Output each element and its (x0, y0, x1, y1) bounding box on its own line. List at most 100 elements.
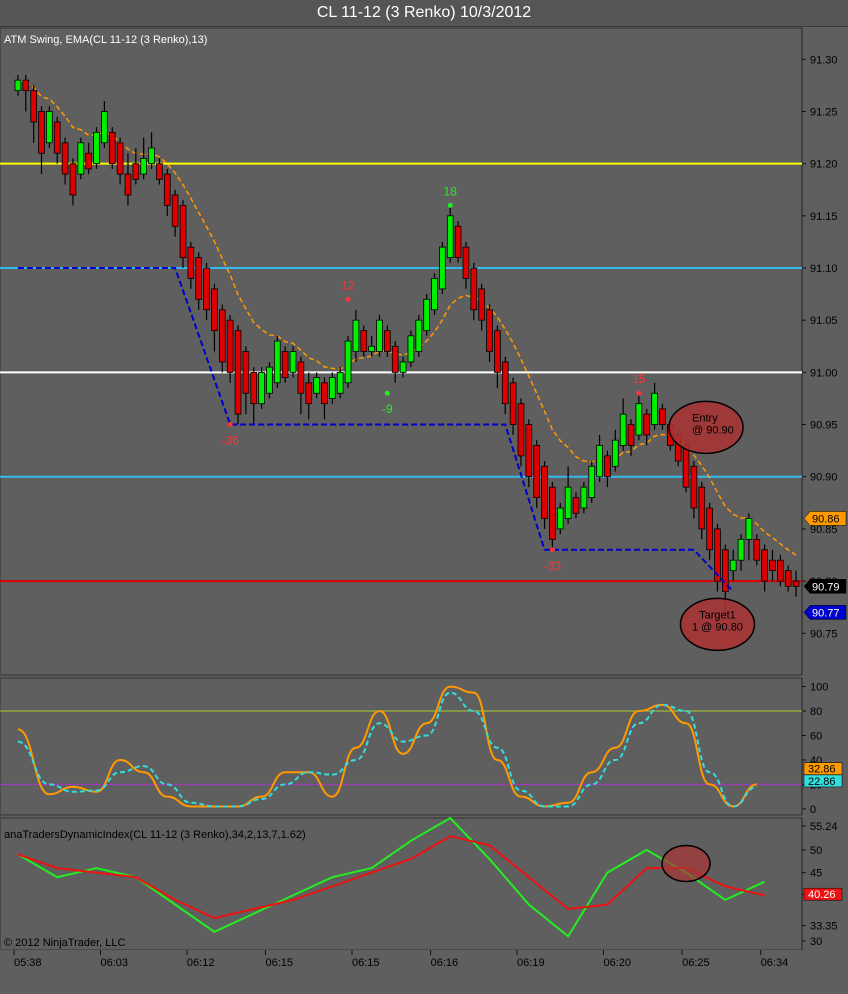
swing-label: -33 (544, 559, 562, 573)
candle-down (30, 90, 37, 123)
candle-up (140, 158, 148, 175)
tdi-y-tick-label: 33.35 (810, 921, 838, 933)
candle-down (297, 361, 305, 394)
candle-up (258, 371, 265, 405)
candle-up (14, 79, 22, 92)
price-marker-label: 90.79 (812, 581, 840, 593)
price-y-tick-label: 90.95 (810, 420, 838, 432)
candle-up (745, 518, 753, 540)
price-y-tick-label: 90.75 (810, 628, 838, 640)
stoch-marker-label: 22.86 (808, 776, 836, 788)
candle-down (124, 173, 132, 196)
candle-down (509, 382, 517, 425)
candle-up (399, 361, 407, 373)
tdi-highlight-circle (661, 844, 711, 883)
stoch-y-tick-label: 60 (810, 730, 822, 742)
candle-up (352, 319, 360, 352)
candle-down (494, 330, 501, 373)
candle-up (588, 465, 596, 498)
candle-up (376, 319, 383, 352)
candle-down (85, 152, 92, 170)
candle-down (541, 465, 548, 519)
candle-up (313, 377, 320, 394)
swing-point (549, 547, 555, 553)
annotation-label: @ 90.90 (692, 424, 734, 436)
candle-up (619, 413, 627, 446)
candle-down (61, 142, 69, 175)
candle-down (777, 559, 784, 582)
annotation-label: Target1 (699, 609, 736, 621)
price-y-tick-label: 91.05 (810, 315, 838, 327)
stoch-y-tick-label: 100 (810, 682, 828, 694)
stoch-marker-label: 32.86 (808, 764, 836, 776)
stoch-y-tick-label: 80 (810, 706, 822, 718)
candle-up (446, 215, 454, 258)
candle-down (187, 246, 195, 279)
candle-down (792, 580, 800, 587)
chart-canvas[interactable]: ATM Swing, EMA(CL 11-12 (3 Renko),13) 91.… (0, 0, 848, 994)
tdi-y-tick-label: 30 (810, 936, 822, 948)
candle-up (368, 345, 375, 352)
x-tick-label: 06:34 (761, 957, 789, 969)
candle-down (305, 382, 313, 405)
candle-up (635, 403, 643, 436)
tdi-y-tick-label: 45 (810, 868, 822, 880)
swing-point (384, 390, 390, 396)
candle-down (384, 330, 391, 352)
price-y-tick-label: 91.30 (810, 54, 838, 66)
candle-up (431, 278, 438, 311)
candle-up (611, 439, 619, 467)
swing-label: -9 (382, 402, 393, 416)
candle-down (108, 131, 116, 165)
price-marker-label: 90.77 (812, 607, 840, 619)
candle-up (737, 538, 745, 561)
candle-down (462, 246, 470, 279)
swing-label: 12 (341, 278, 355, 292)
stoch-y-tick-label: 0 (810, 804, 816, 816)
candle-up (415, 319, 423, 352)
candle-up (77, 142, 85, 175)
chart-window: CL 11-12 (3 Renko) 10/3/2012 ATM Swing, … (0, 0, 848, 994)
candle-down (281, 351, 289, 378)
candle-down (478, 288, 485, 321)
swing-label: -36 (221, 434, 239, 448)
candle-up (344, 340, 352, 384)
candle-up (407, 335, 415, 363)
candle-down (132, 163, 140, 180)
candle-down (360, 330, 368, 352)
candle-up (148, 147, 155, 165)
swing-point (345, 296, 351, 302)
tdi-panel-label: anaTradersDynamicIndex(CL 11-12 (3 Renko… (4, 829, 306, 841)
candle-down (549, 486, 556, 540)
tdi-y-tick-label: 55.24 (810, 821, 838, 833)
candle-down (203, 267, 210, 311)
candle-down (53, 121, 61, 154)
price-y-tick-label: 91.20 (810, 159, 838, 171)
candle-down (698, 486, 706, 530)
candle-down (761, 549, 768, 582)
candle-down (22, 79, 30, 92)
candle-down (391, 345, 399, 373)
x-tick-label: 06:15 (266, 957, 294, 969)
candle-down (627, 424, 635, 446)
candle-up (423, 298, 430, 332)
candle-down (784, 570, 792, 587)
candle-down (517, 403, 525, 457)
candle-down (163, 173, 171, 206)
panel-stoch (0, 677, 803, 816)
candle-down (572, 497, 580, 514)
candle-down (501, 361, 509, 405)
candle-down (234, 330, 242, 415)
candle-down (659, 408, 666, 425)
candle-down (454, 225, 462, 258)
price-y-tick-label: 90.90 (810, 472, 838, 484)
candle-down (604, 455, 611, 478)
candle-down (682, 445, 690, 488)
candle-down (116, 142, 124, 175)
candle-up (596, 445, 603, 478)
swing-label: 18 (444, 184, 458, 198)
candle-down (533, 445, 541, 498)
candle-down (211, 288, 218, 332)
x-tick-label: 06:03 (100, 957, 128, 969)
candle-down (242, 351, 250, 394)
